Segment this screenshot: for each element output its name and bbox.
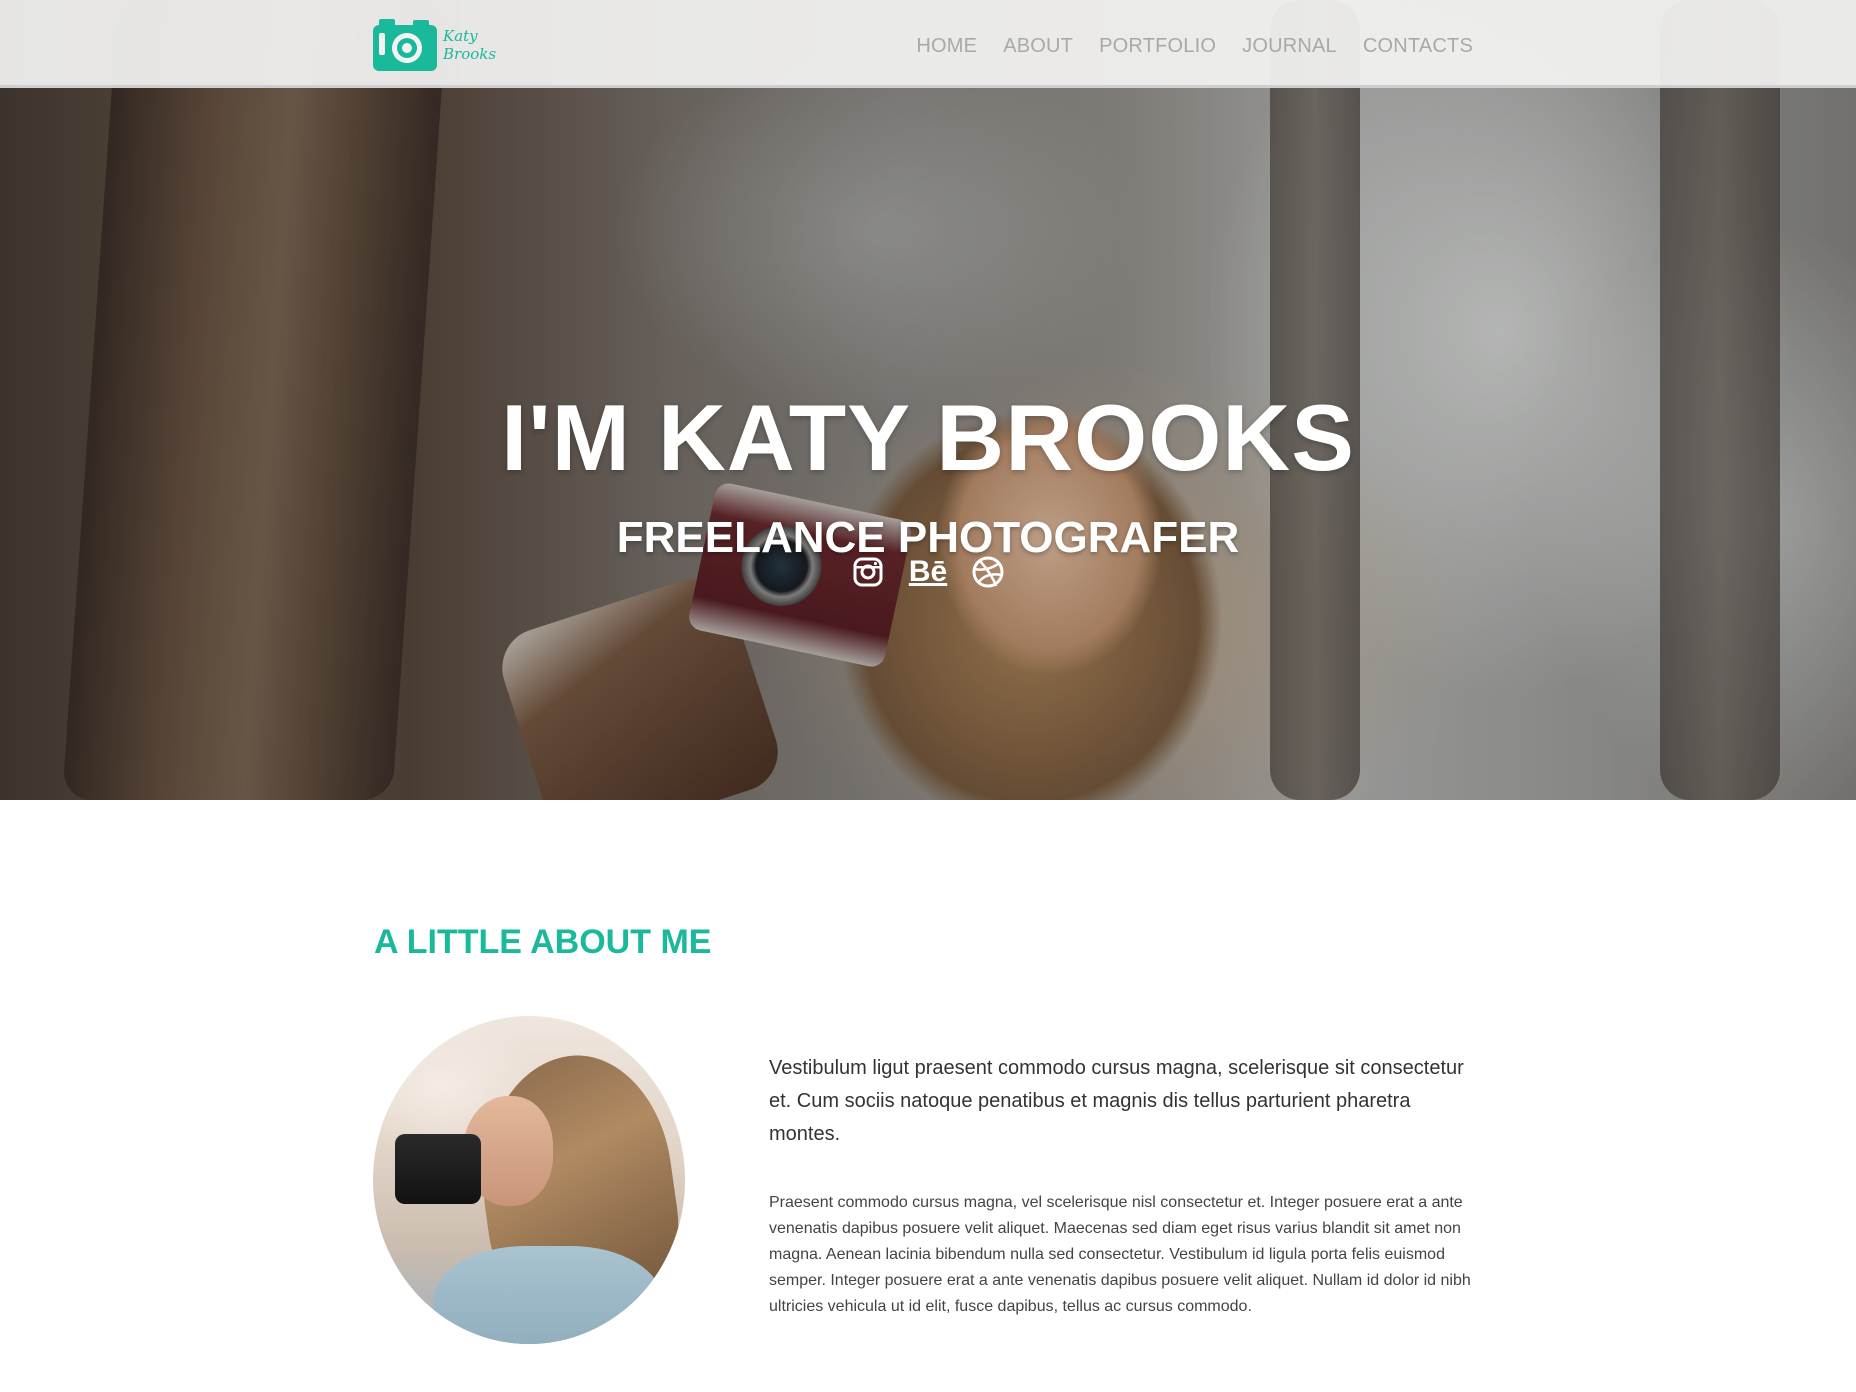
hero-title: I'M KATY BROOKS [501,384,1355,490]
social-links: Bē [850,552,1006,592]
nav-item-home[interactable]: HOME [916,34,977,58]
about-section-title: A LITTLE ABOUT ME [374,923,712,961]
nav-item-journal[interactable]: JOURNAL [1242,34,1337,58]
site-logo[interactable]: Katy Brooks [373,19,497,71]
instagram-link[interactable] [850,554,886,590]
nav-item-portfolio[interactable]: PORTFOLIO [1099,34,1216,58]
logo-text-brooks: Brooks [442,45,496,63]
main-nav: HOME ABOUT PORTFOLIO JOURNAL CONTACTS [890,34,1473,58]
nav-item-about[interactable]: ABOUT [1003,34,1073,58]
camera-logo-icon: Katy Brooks [373,19,496,71]
behance-icon: Bē [908,555,948,588]
about-body-paragraph: Praesent commodo cursus magna, vel scele… [769,1194,1471,1315]
about-portrait-photo [373,1016,685,1344]
instagram-icon [853,557,883,587]
logo-text-katy: Katy [442,27,478,45]
portrait-shirt [433,1246,663,1344]
nav-item-contacts[interactable]: CONTACTS [1363,34,1473,58]
dribbble-icon [972,556,1004,588]
portrait-camera [395,1134,481,1204]
site-header: Katy Brooks HOME ABOUT PORTFOLIO JOURNAL… [0,0,1856,88]
behance-link[interactable]: Bē [908,554,948,590]
about-lead-paragraph: Vestibulum ligut praesent commodo cursus… [769,1057,1464,1145]
dribbble-link[interactable] [970,554,1006,590]
